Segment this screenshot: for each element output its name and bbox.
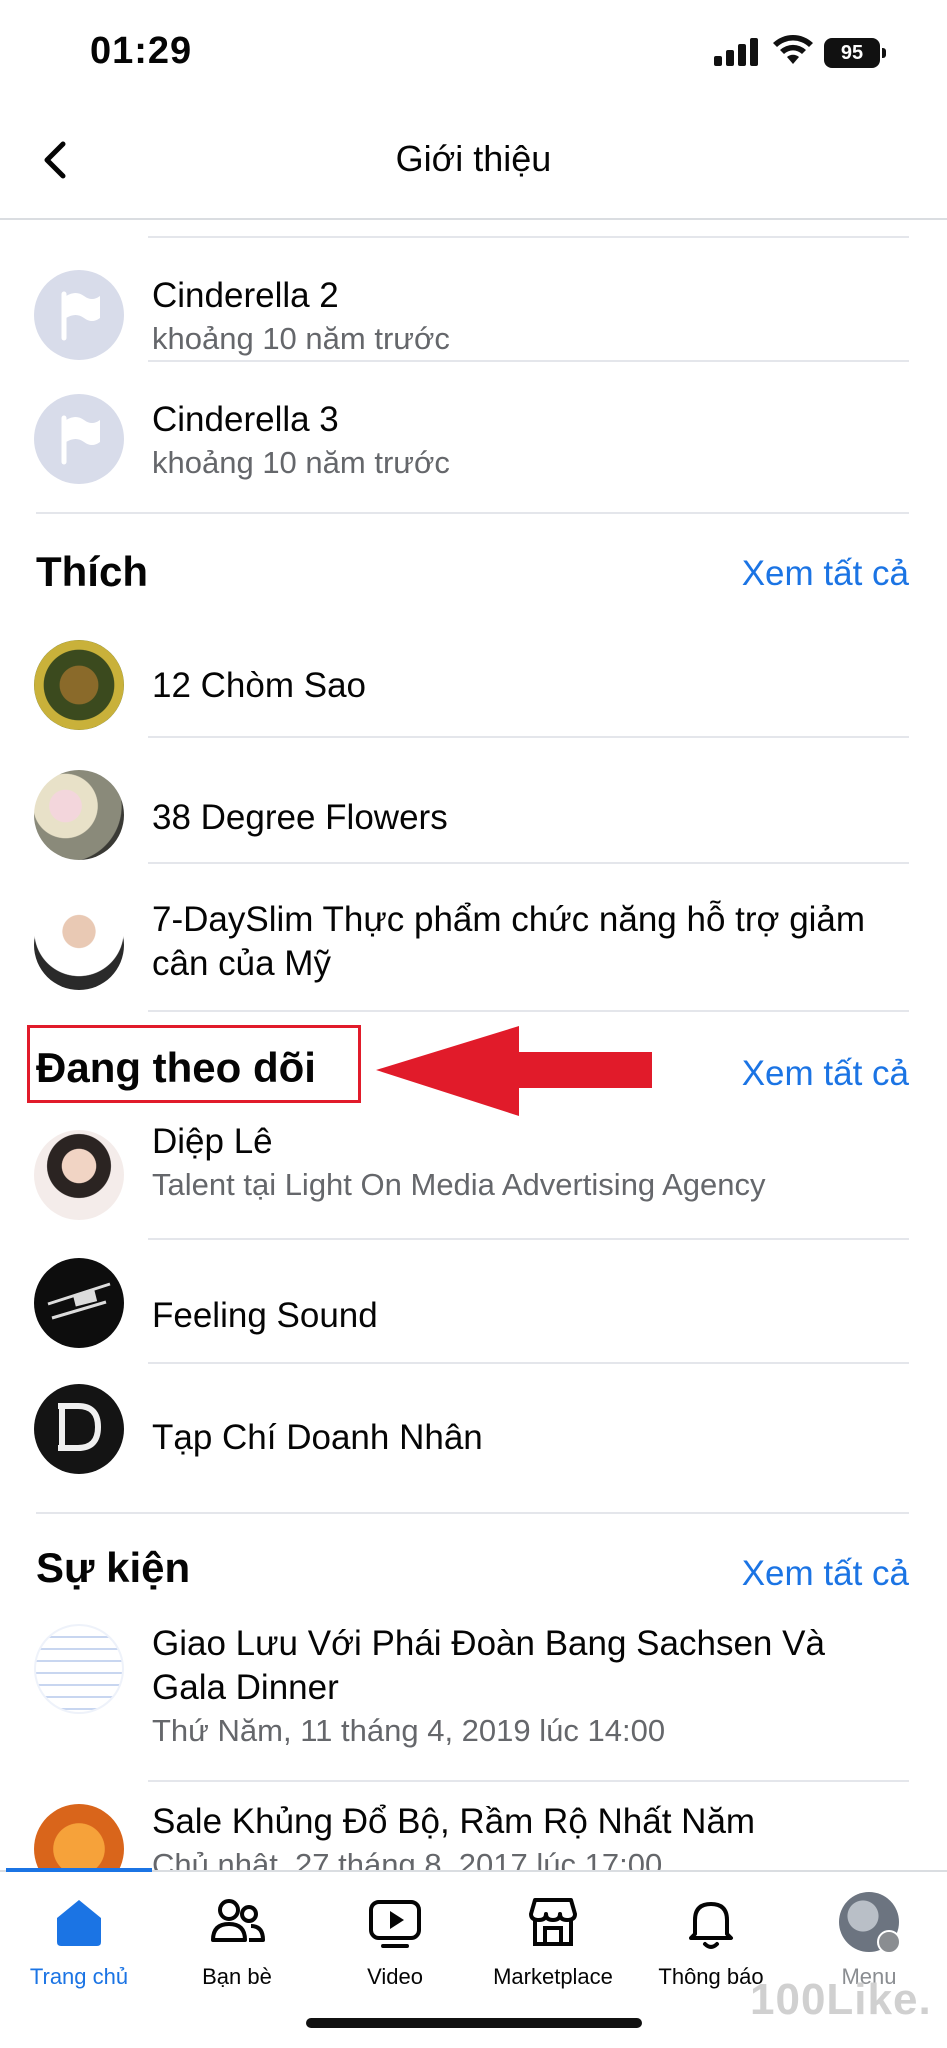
red-arrow-icon (376, 1026, 652, 1116)
item-title: Giao Lưu Với Phái Đoàn Bang Sachsen Và G… (152, 1624, 825, 1707)
item-subtitle: Thứ Năm, 11 tháng 4, 2019 lúc 14:00 (152, 1713, 666, 1748)
home-icon (57, 1900, 101, 1946)
list-item[interactable]: 12 Chòm Sao (0, 622, 947, 746)
item-subtitle: khoảng 10 năm trước (152, 445, 450, 480)
section-divider (148, 1010, 909, 1012)
video-icon (369, 1900, 421, 1948)
divider (148, 862, 909, 864)
highlight-box (27, 1025, 361, 1103)
tab-friends[interactable]: Bạn bè (158, 1892, 316, 2012)
likes-see-all-link[interactable]: Xem tất cả (742, 554, 909, 594)
watermark: 100Like. (750, 1975, 932, 2024)
page-avatar (34, 1258, 124, 1348)
nav-header: Giới thiệu (0, 100, 947, 220)
flag-icon (34, 394, 124, 484)
home-indicator (306, 2018, 642, 2028)
item-title: Tạp Chí Doanh Nhân (152, 1418, 483, 1457)
status-bar: 01:29 95 (0, 0, 947, 100)
item-title: Cinderella 2 (152, 276, 339, 315)
page-avatar (34, 900, 124, 990)
bell-icon (689, 1902, 733, 1949)
event-avatar (34, 1804, 124, 1872)
profile-avatar (839, 1892, 901, 1954)
tab-video[interactable]: Video (316, 1892, 474, 2012)
tab-marketplace[interactable]: Marketplace (474, 1892, 632, 2012)
following-see-all-link[interactable]: Xem tất cả (742, 1054, 909, 1094)
page-avatar (34, 770, 124, 860)
page-avatar (34, 1384, 124, 1474)
list-item[interactable]: 38 Degree Flowers (0, 754, 947, 878)
item-subtitle: khoảng 10 năm trước (152, 321, 450, 356)
tab-label: Video (367, 1964, 423, 1989)
page-avatar (34, 640, 124, 730)
events-see-all-link[interactable]: Xem tất cả (742, 1554, 909, 1594)
list-item[interactable]: Sale Khủng Đổ Bộ, Rầm Rộ Nhất Năm Chủ nh… (0, 1796, 947, 1872)
marketplace-icon (529, 1898, 577, 1946)
item-subtitle: Talent tại Light On Media Advertising Ag… (152, 1167, 766, 1202)
battery-icon: 95 (824, 38, 886, 68)
item-title: Feeling Sound (152, 1296, 378, 1335)
item-title: Cinderella 3 (152, 400, 339, 439)
page-avatar (34, 1130, 124, 1220)
wifi-icon (773, 35, 813, 64)
divider (148, 736, 909, 738)
item-subtitle: Chủ nhật, 27 tháng 8, 2017 lúc 17:00 (152, 1847, 663, 1872)
event-avatar (34, 1624, 124, 1714)
section-divider (36, 1512, 909, 1514)
list-item[interactable]: Feeling Sound (0, 1252, 947, 1376)
status-time: 01:29 (90, 30, 193, 72)
tab-label: Bạn bè (202, 1964, 272, 1989)
item-title: Sale Khủng Đổ Bộ, Rầm Rộ Nhất Năm (152, 1802, 756, 1841)
tab-label: Trang chủ (29, 1964, 129, 1989)
item-title: 7-DaySlim Thực phẩm chức năng hỗ trợ giả… (152, 900, 866, 983)
section-divider (36, 512, 909, 514)
item-title: 12 Chòm Sao (152, 666, 367, 705)
list-item[interactable]: Cinderella 2 khoảng 10 năm trước (0, 254, 947, 374)
item-title: 38 Degree Flowers (152, 798, 448, 837)
item-title: Diệp Lê (152, 1122, 273, 1161)
page-title: Giới thiệu (395, 138, 552, 179)
list-item[interactable]: Tạp Chí Doanh Nhân (0, 1374, 947, 1498)
active-tab-indicator (6, 1868, 152, 1872)
divider (148, 236, 909, 238)
signal-icon (714, 38, 758, 66)
divider (148, 1780, 909, 1782)
flag-icon (34, 270, 124, 360)
divider (148, 1362, 909, 1364)
about-content[interactable]: Cinderella 2 khoảng 10 năm trước Cindere… (0, 222, 947, 1872)
list-item[interactable]: Giao Lưu Với Phái Đoàn Bang Sachsen Và G… (0, 1618, 947, 1788)
likes-section-title: Thích (36, 548, 148, 595)
divider (148, 360, 909, 362)
list-item[interactable]: Diệp Lê Talent tại Light On Media Advert… (0, 1120, 947, 1244)
friends-icon (211, 1899, 265, 1942)
list-item[interactable]: Cinderella 3 khoảng 10 năm trước (0, 378, 947, 498)
tab-home[interactable]: Trang chủ (0, 1892, 158, 2012)
list-item[interactable]: 7-DaySlim Thực phẩm chức năng hỗ trợ giả… (0, 878, 947, 1006)
tab-label: Marketplace (493, 1964, 613, 1989)
battery-level: 95 (824, 38, 880, 68)
events-section-title: Sự kiện (36, 1544, 191, 1591)
divider (148, 1238, 909, 1240)
